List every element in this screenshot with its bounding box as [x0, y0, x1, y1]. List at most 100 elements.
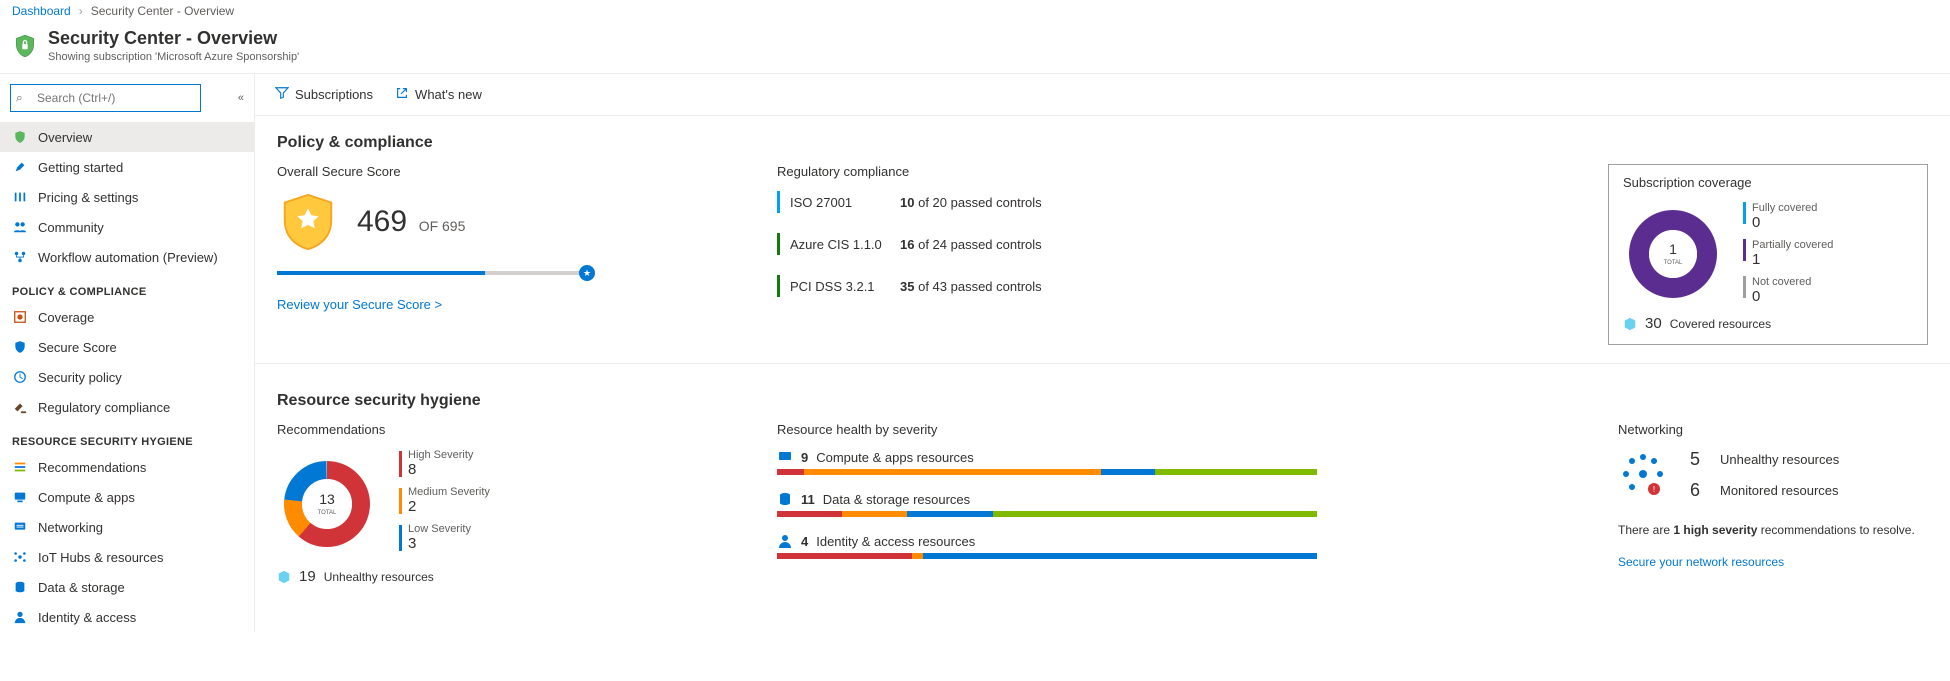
data-icon — [12, 579, 28, 595]
secure-network-link[interactable]: Secure your network resources — [1618, 555, 1784, 569]
sidebar-item-coverage[interactable]: Coverage — [0, 302, 254, 332]
legend-tick — [399, 451, 402, 477]
iot-icon — [12, 549, 28, 565]
networking-card: Networking ! 5Unh — [1618, 422, 1928, 569]
search-icon: ⌕ — [16, 91, 23, 106]
sidebar-item-getting-started[interactable]: Getting started — [0, 152, 254, 182]
coverage-legend-row: Not covered0 — [1743, 276, 1833, 305]
policy-compliance-heading: Policy & compliance — [277, 134, 1928, 152]
sliders-icon — [12, 189, 28, 205]
sidebar-item-data-storage[interactable]: Data & storage — [0, 572, 254, 602]
filter-icon — [275, 86, 289, 103]
legend-value: 1 — [1752, 251, 1833, 268]
resource-hygiene-heading: Resource security hygiene — [277, 392, 1928, 410]
legend-tick — [1743, 202, 1746, 224]
networking-note: There are 1 high severity recommendation… — [1618, 523, 1928, 537]
health-row[interactable]: 9 Compute & apps resources — [777, 449, 1317, 475]
unhealthy-resources-count: 19 — [299, 568, 316, 585]
toolbar: Subscriptions What's new — [255, 74, 1950, 116]
health-count: 9 — [801, 450, 808, 465]
sidebar-item-label: Secure Score — [38, 340, 117, 355]
star-knob-icon — [579, 265, 595, 281]
recommendation-legend-row: Low Severity3 — [399, 523, 490, 552]
sidebar-item-pricing-settings[interactable]: Pricing & settings — [0, 182, 254, 212]
sidebar-item-recommendations[interactable]: Recommendations — [0, 452, 254, 482]
people-icon — [12, 219, 28, 235]
legend-tick — [1743, 239, 1746, 261]
page-subtitle: Showing subscription 'Microsoft Azure Sp… — [48, 51, 299, 63]
sidebar-item-workflow-automation-preview-[interactable]: Workflow automation (Preview) — [0, 242, 254, 272]
health-row[interactable]: 11 Data & storage resources — [777, 491, 1317, 517]
collapse-sidebar-button[interactable]: « — [238, 92, 244, 104]
regulatory-name: PCI DSS 3.2.1 — [790, 279, 900, 294]
sidebar-item-label: Workflow automation (Preview) — [38, 250, 218, 265]
flow-icon — [12, 249, 28, 265]
recommendation-legend-row: Medium Severity2 — [399, 486, 490, 515]
sidebar-item-label: Networking — [38, 520, 103, 535]
identity-icon — [12, 609, 28, 625]
sidebar-item-overview[interactable]: Overview — [0, 122, 254, 152]
resource-health-title: Resource health by severity — [777, 422, 1578, 437]
secure-score-of: OF 695 — [419, 218, 466, 234]
shield-icon — [12, 33, 38, 59]
sidebar-item-security-policy[interactable]: Security policy — [0, 362, 254, 392]
review-score-link[interactable]: Review your Secure Score > — [277, 297, 442, 312]
sidebar-item-label: IoT Hubs & resources — [38, 550, 163, 565]
regulatory-row[interactable]: PCI DSS 3.2.135 of 43 passed controls — [777, 275, 1568, 297]
subscriptions-button[interactable]: Subscriptions — [275, 86, 373, 103]
health-label: Compute & apps resources — [816, 450, 974, 465]
cube-icon — [1623, 317, 1637, 331]
subscription-coverage-card: Subscription coverage 1 TOTAL Fully cove… — [1608, 164, 1928, 345]
regulatory-name: Azure CIS 1.1.0 — [790, 237, 900, 252]
severity-bar — [777, 511, 1317, 517]
sidebar-item-secure-score[interactable]: Secure Score — [0, 332, 254, 362]
sidebar-item-iot-hubs-resources[interactable]: IoT Hubs & resources — [0, 542, 254, 572]
coverage-donut-chart: 1 TOTAL — [1623, 204, 1723, 304]
legend-value: 0 — [1752, 288, 1811, 305]
sidebar-item-regulatory-compliance[interactable]: Regulatory compliance — [0, 392, 254, 422]
breadcrumb-current: Security Center - Overview — [91, 4, 234, 18]
severity-bar — [777, 469, 1317, 475]
sidebar-item-label: Pricing & settings — [38, 190, 138, 205]
secure-score-title: Overall Secure Score — [277, 164, 737, 179]
compute-icon — [12, 489, 28, 505]
sidebar-item-community[interactable]: Community — [0, 212, 254, 242]
secure-score-card: Overall Secure Score 469 OF 695 — [277, 164, 737, 312]
regulatory-row[interactable]: Azure CIS 1.1.016 of 24 passed controls — [777, 233, 1568, 255]
regulatory-count: 10 of 20 passed controls — [900, 195, 1042, 210]
search-input[interactable] — [10, 84, 201, 112]
regulatory-count: 16 of 24 passed controls — [900, 237, 1042, 252]
whats-new-button[interactable]: What's new — [395, 86, 482, 103]
networking-title: Networking — [1618, 422, 1928, 437]
cube-icon — [277, 570, 291, 584]
svg-text:!: ! — [1653, 485, 1655, 494]
sidebar-section-heading: POLICY & COMPLIANCE — [0, 272, 254, 302]
sidebar-section-heading: RESOURCE SECURITY HYGIENE — [0, 422, 254, 452]
breadcrumb: Dashboard › Security Center - Overview — [0, 0, 1950, 22]
sidebar-item-compute-apps[interactable]: Compute & apps — [0, 482, 254, 512]
subscription-coverage-title: Subscription coverage — [1623, 175, 1913, 190]
health-count: 11 — [801, 492, 815, 507]
secure-score-bar — [277, 271, 587, 275]
recommendations-donut-chart: 13 TOTAL — [277, 454, 377, 554]
sidebar-item-label: Recommendations — [38, 460, 146, 475]
sidebar-item-label: Security policy — [38, 370, 122, 385]
health-row[interactable]: 4 Identity & access resources — [777, 533, 1317, 559]
severity-bar — [777, 553, 1317, 559]
legend-value: 2 — [408, 498, 490, 515]
legend-tick — [399, 525, 402, 551]
covered-resources-label: Covered resources — [1670, 317, 1771, 331]
regulatory-row[interactable]: ISO 2700110 of 20 passed controls — [777, 191, 1568, 213]
secure-score-value: 469 — [357, 205, 407, 238]
sidebar-item-label: Community — [38, 220, 104, 235]
sidebar-item-networking[interactable]: Networking — [0, 512, 254, 542]
legend-label: Low Severity — [408, 523, 471, 535]
recommendation-legend-row: High Severity8 — [399, 449, 490, 478]
sidebar-item-identity-access[interactable]: Identity & access — [0, 602, 254, 632]
score-icon — [12, 339, 28, 355]
recommendations-card: Recommendations 13 TOTAL High Severity8M… — [277, 422, 737, 585]
status-bar — [777, 233, 780, 255]
breadcrumb-root[interactable]: Dashboard — [12, 4, 71, 18]
external-link-icon — [395, 86, 409, 103]
svg-text:TOTAL: TOTAL — [318, 510, 337, 516]
